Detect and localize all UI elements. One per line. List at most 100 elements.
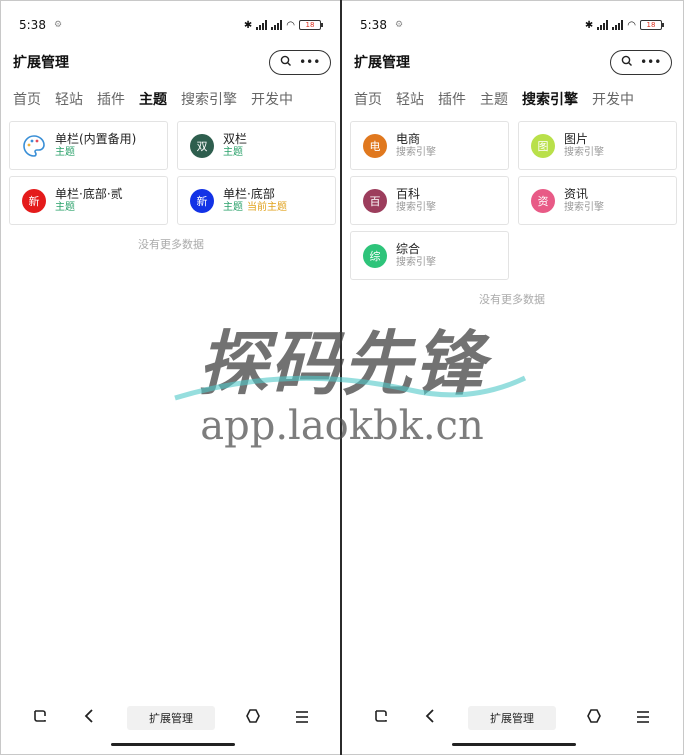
bottom-toolbar: 扩展管理 [342,703,682,733]
item-type-label: 主题 [55,201,75,213]
battery-icon: 18 [640,20,664,30]
avatar: 资 [531,188,555,213]
item-type-label: 搜索引擎 [396,256,436,268]
notification-icon: ⚙ [53,20,63,30]
search-icon[interactable] [621,55,633,70]
avatar: 百 [363,188,387,213]
current-theme-badge: 当前主题 [247,201,287,213]
tab-0[interactable]: 首页 [13,89,41,109]
home-indicator[interactable] [452,743,576,746]
signal-icon-2 [612,20,624,30]
tab-bar: 首页 轻站 插件 主题 搜索引擎 开发中 [354,89,682,109]
header-capsule: ••• [610,49,672,75]
avatar: 电 [363,133,387,158]
tab-5[interactable]: 开发中 [251,89,293,109]
item-type-label: 主题 [223,146,243,158]
item-name: 电商 [396,131,421,146]
page-title: 扩展管理 [13,55,69,71]
search-icon[interactable] [280,55,292,70]
tab-4[interactable]: 搜索引擎 [522,89,578,109]
back-icon[interactable] [77,708,101,728]
tab-4[interactable]: 搜索引擎 [181,89,237,109]
item-type: 主题 [223,146,247,160]
item-name: 图片 [564,131,589,146]
home-icon[interactable] [582,708,606,728]
header-capsule: ••• [269,49,331,75]
status-time: 5:38 [19,18,46,32]
current-page-button[interactable]: 扩展管理 [467,706,556,730]
bluetooth-icon: ✱ [584,19,594,31]
item-type-label: 搜索引擎 [564,201,604,213]
bluetooth-icon: ✱ [243,19,253,31]
tab-2[interactable]: 插件 [438,89,466,109]
list-item[interactable]: 资资讯 搜索引擎 [518,176,677,225]
app-header: 扩展管理 ••• [13,49,331,75]
bottom-toolbar: 扩展管理 [1,703,341,733]
avatar: 综 [363,243,387,268]
list-item[interactable]: 新单栏·底部 主题 当前主题 [177,176,336,225]
tab-1[interactable]: 轻站 [55,89,83,109]
item-type: 搜索引擎 [396,201,436,215]
more-icon[interactable]: ••• [640,55,661,69]
item-name: 双栏 [223,131,248,146]
menu-icon[interactable] [290,709,314,728]
avatar: 新 [190,188,214,213]
avatar: 双 [190,133,214,158]
wifi-icon: ◠ [286,19,295,31]
item-type-label: 搜索引擎 [564,146,604,158]
item-type-label: 主题 [55,146,75,158]
no-more-data-text: 没有更多数据 [138,238,204,251]
signal-icon [597,20,609,30]
item-type: 主题 [55,201,123,215]
back-icon[interactable] [418,708,442,728]
item-type: 搜索引擎 [564,201,604,215]
status-bar: 5:38 ⚙ ✱ ◠ 18 [360,15,664,35]
list-item[interactable]: 单栏(内置备用) 主题 [9,121,168,170]
list-item[interactable]: 新单栏·底部·贰 主题 [9,176,168,225]
item-name: 百科 [396,186,421,201]
item-name: 单栏·底部·贰 [55,186,123,201]
search-engine-list: 电电商 搜索引擎图图片 搜索引擎百百科 搜索引擎资资讯 搜索引擎综综合 搜索引擎 [350,121,678,280]
signal-icon-2 [271,20,283,30]
list-item[interactable]: 图图片 搜索引擎 [518,121,677,170]
home-indicator[interactable] [111,743,235,746]
list-item[interactable]: 双双栏 主题 [177,121,336,170]
tab-1[interactable]: 轻站 [396,89,424,109]
item-type-label: 搜索引擎 [396,201,436,213]
item-type: 搜索引擎 [564,146,604,160]
battery-icon: 18 [299,20,323,30]
item-name: 资讯 [564,186,589,201]
item-type: 搜索引擎 [396,146,436,160]
tab-2[interactable]: 插件 [97,89,125,109]
item-name: 单栏(内置备用) [55,131,137,146]
list-item[interactable]: 综综合 搜索引擎 [350,231,509,280]
list-item[interactable]: 百百科 搜索引擎 [350,176,509,225]
item-type: 主题 当前主题 [223,201,287,215]
current-page-button[interactable]: 扩展管理 [126,706,215,730]
theme-list: 单栏(内置备用) 主题双双栏 主题新单栏·底部·贰 主题新单栏·底部 主题 当前主题 [9,121,337,225]
list-item[interactable]: 电电商 搜索引擎 [350,121,509,170]
palette-icon [22,133,46,158]
right-phone-screen: 5:38 ⚙ ✱ ◠ 18 扩展管理 ••• 首页 轻站 插件 主题 搜索引擎 开发中 电… [342,1,682,753]
status-bar: 5:38 ⚙ ✱ ◠ 18 [19,15,323,35]
item-type: 主题 [55,146,136,160]
tabs-icon[interactable] [369,708,393,728]
tab-0[interactable]: 首页 [354,89,382,109]
tab-5[interactable]: 开发中 [592,89,634,109]
avatar: 新 [22,188,46,213]
avatar: 图 [531,133,555,158]
no-more-data-text: 没有更多数据 [479,293,545,306]
left-phone-screen: 5:38 ⚙ ✱ ◠ 18 扩展管理 ••• 首页 轻站 插件 主题 搜索引擎 开发中 单… [1,1,341,753]
more-icon[interactable]: ••• [299,55,320,69]
signal-icon [256,20,268,30]
item-name: 综合 [396,241,421,256]
menu-icon[interactable] [631,709,655,728]
tab-bar: 首页 轻站 插件 主题 搜索引擎 开发中 [13,89,341,109]
item-type-label: 主题 [223,201,243,213]
tab-3[interactable]: 主题 [480,89,508,109]
status-time: 5:38 [360,18,387,32]
home-icon[interactable] [241,708,265,728]
notification-icon: ⚙ [394,20,404,30]
tabs-icon[interactable] [28,708,52,728]
tab-3[interactable]: 主题 [139,89,167,109]
